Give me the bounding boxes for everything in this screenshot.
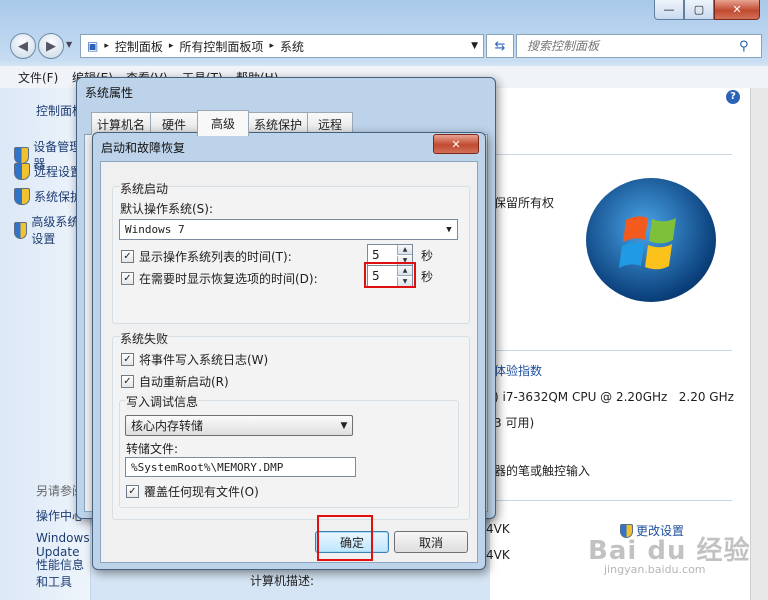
checkbox-checked-icon: ✓ [121, 353, 134, 366]
debug-type-value: 核心内存转储 [131, 419, 204, 433]
vertical-scrollbar[interactable] [750, 88, 768, 600]
close-button[interactable]: ✕ [714, 0, 760, 20]
breadcrumb-all-items[interactable]: 所有控制面板项 [179, 38, 263, 55]
tab-advanced[interactable]: 高级 [197, 110, 249, 136]
forward-button[interactable]: ▶ [38, 33, 64, 59]
ram-text: 3 可用) [494, 416, 535, 430]
breadcrumb-system[interactable]: 系统 [280, 38, 304, 55]
refresh-icon: ⇆ [494, 38, 506, 54]
overwrite-checkbox[interactable]: ✓ 覆盖任何现有文件(O) [126, 483, 259, 500]
back-arrow-icon: ◀ [18, 38, 28, 54]
windows-flag-icon [619, 216, 676, 270]
highlight-annotation [317, 515, 373, 561]
windows-logo [586, 178, 716, 302]
left-link-label: 远程设置 [34, 165, 83, 179]
see-also-windows-update[interactable]: Windows Update [36, 531, 90, 559]
minimize-button[interactable]: — [654, 0, 684, 20]
show-recovery-label: 在需要时显示恢复选项的时间(D): [139, 272, 318, 286]
address-bar[interactable]: ▣ ▸ 控制面板 ▸ 所有控制面板项 ▸ 系统 ▼ [80, 34, 484, 58]
checkbox-checked-icon: ✓ [121, 272, 134, 285]
product-key-1: 4VK [486, 522, 510, 536]
show-os-list-value: 5 [372, 248, 380, 262]
search-icon[interactable]: ⚲ [739, 39, 749, 54]
shield-icon [14, 221, 28, 239]
experience-index-link[interactable]: 体验指数 [494, 362, 542, 379]
left-link-protection[interactable]: 系统保护 [14, 188, 82, 205]
default-os-select[interactable]: Windows 7 ▼ [119, 219, 458, 240]
shield-icon [14, 146, 30, 164]
menu-file[interactable]: 文件(F) [18, 69, 58, 86]
seconds-unit-label: 秒 [421, 249, 434, 263]
write-event-checkbox[interactable]: ✓ 将事件写入系统日志(W) [121, 351, 268, 368]
seconds-unit-label: 秒 [421, 270, 434, 284]
computer-description-label: 计算机描述: [250, 574, 315, 588]
see-also-performance[interactable]: 性能信息和工具 [36, 556, 90, 590]
auto-restart-checkbox[interactable]: ✓ 自动重新启动(R) [121, 373, 229, 390]
search-box[interactable]: ⚲ [516, 34, 762, 58]
shield-icon [14, 188, 30, 205]
dump-file-value: %SystemRoot%\MEMORY.DMP [131, 460, 284, 474]
baidu-watermark: Bai du 经验 [588, 536, 751, 566]
debug-type-select[interactable]: 核心内存转储 ▼ [125, 415, 353, 436]
highlight-annotation [364, 262, 416, 288]
divider [490, 350, 732, 351]
dropdown-arrow-icon: ▼ [340, 420, 348, 431]
chevron-right-icon: ▸ [269, 41, 274, 51]
main-pane: ? 保留所有权 体验指数 ) i7-3632QM CPU @ 2.20GHz 2… [486, 88, 768, 600]
pen-text: 器的笔或触控输入 [494, 464, 591, 478]
product-key-2: 4VK [486, 548, 510, 562]
forward-arrow-icon: ▶ [46, 38, 56, 54]
divider [490, 500, 732, 501]
show-os-list-label: 显示操作系统列表的时间(T): [139, 250, 292, 264]
startup-group-label: 系统启动 [120, 180, 169, 197]
system-properties-title: 系统属性 [85, 86, 134, 100]
help-icon[interactable]: ? [726, 90, 740, 104]
control-panel-icon: ▣ [87, 39, 99, 53]
refresh-button[interactable]: ⇆ [486, 34, 514, 58]
maximize-button[interactable]: ▢ [684, 0, 714, 20]
cancel-button[interactable]: 取消 [394, 531, 468, 553]
breadcrumb-control-panel[interactable]: 控制面板 [115, 38, 163, 55]
checkbox-checked-icon: ✓ [126, 485, 139, 498]
dump-file-input[interactable]: %SystemRoot%\MEMORY.DMP [125, 457, 356, 477]
startup-recovery-title: 启动和故障恢复 [101, 141, 186, 155]
chevron-right-icon: ▸ [104, 41, 109, 51]
debug-info-group-label: 写入调试信息 [126, 393, 199, 410]
write-event-label: 将事件写入系统日志(W) [139, 353, 269, 367]
spin-up-icon[interactable]: ▲ [397, 245, 412, 255]
caption-buttons: — ▢ ✕ [654, 0, 760, 20]
default-os-label: 默认操作系统(S): [120, 202, 214, 216]
address-dropdown-icon[interactable]: ▼ [471, 41, 478, 51]
dropdown-arrow-icon: ▼ [446, 224, 452, 235]
dump-file-label: 转储文件: [126, 442, 179, 456]
show-recovery-checkbox[interactable]: ✓ 在需要时显示恢复选项的时间(D): [121, 270, 318, 287]
chevron-right-icon: ▸ [168, 41, 174, 51]
left-link-label: 系统保护 [34, 190, 83, 204]
history-dropdown-icon[interactable]: ▼ [66, 40, 72, 49]
checkbox-checked-icon: ✓ [121, 375, 134, 388]
copyright-text: 保留所有权 [494, 196, 555, 210]
failure-group-label: 系统失败 [120, 330, 169, 347]
baidu-watermark-url: jingyan.baidu.com [604, 563, 706, 576]
dialog-close-button[interactable]: ✕ [433, 134, 479, 154]
left-link-remote[interactable]: 远程设置 [14, 163, 82, 180]
cpu-text: ) i7-3632QM CPU @ 2.20GHz 2.20 GHz [494, 390, 734, 404]
overwrite-label: 覆盖任何现有文件(O) [144, 485, 259, 499]
back-button[interactable]: ◀ [10, 33, 36, 59]
search-input[interactable] [525, 38, 739, 54]
checkbox-checked-icon: ✓ [121, 250, 134, 263]
close-icon: ✕ [451, 137, 461, 151]
divider [490, 154, 732, 155]
default-os-value: Windows 7 [125, 223, 185, 236]
show-os-list-checkbox[interactable]: ✓ 显示操作系统列表的时间(T): [121, 248, 292, 265]
shield-icon [14, 163, 30, 180]
auto-restart-label: 自动重新启动(R) [139, 375, 229, 389]
